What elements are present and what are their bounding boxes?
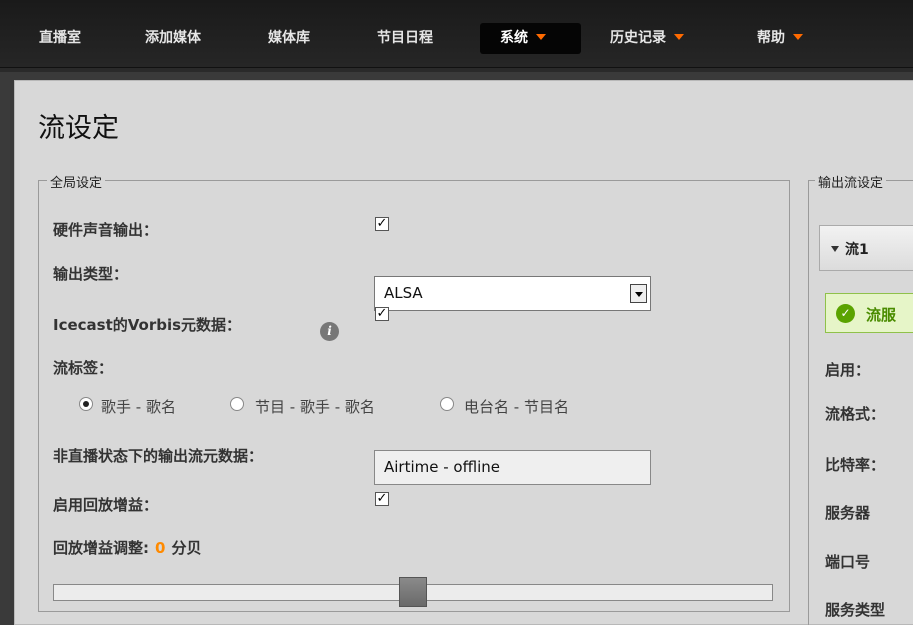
nav-bar: 直播室 添加媒体 媒体库 节目日程 系统 历史记录 帮助 xyxy=(0,0,913,68)
radio-station-show-label: 电台名 - 节目名 xyxy=(464,398,569,416)
stream-label-label: 流标签： xyxy=(53,359,114,377)
nav-label: 历史记录 xyxy=(610,30,666,46)
nav-label: 直播室 xyxy=(39,30,81,46)
output-stream-legend: 输出流设定 xyxy=(815,172,887,191)
nav-label: 帮助 xyxy=(757,30,785,46)
offline-metadata-input[interactable]: Airtime - offline xyxy=(374,450,651,485)
bitrate-label: 比特率： xyxy=(825,456,886,474)
stream-1-title: 流1 xyxy=(845,242,869,258)
output-type-value: ALSA xyxy=(384,284,423,302)
nav-label: 系统 xyxy=(500,30,528,46)
radio-station-show[interactable] xyxy=(440,397,454,411)
chevron-down-icon xyxy=(674,34,684,40)
nav-label: 节目日程 xyxy=(377,30,433,46)
top-navigation: 直播室 添加媒体 媒体库 节目日程 系统 历史记录 帮助 xyxy=(0,0,913,72)
replay-gain-checkbox[interactable]: ✓ xyxy=(375,492,389,506)
stream-status-banner: ✓ 流服 xyxy=(825,293,913,333)
info-icon[interactable]: i xyxy=(320,322,339,341)
offline-metadata-value: Airtime - offline xyxy=(384,458,501,476)
nav-item-schedule[interactable]: 节目日程 xyxy=(365,23,445,54)
server-label: 服务器 xyxy=(825,504,871,522)
replay-gain-slider[interactable] xyxy=(53,577,773,607)
replay-gain-label: 启用回放增益： xyxy=(53,496,159,514)
enable-label: 启用： xyxy=(825,361,871,379)
hw-output-label: 硬件声音输出： xyxy=(53,221,159,239)
global-settings-legend: 全局设定 xyxy=(47,172,106,191)
stream-format-label: 流格式： xyxy=(825,405,886,423)
radio-show-artist-title-label: 节目 - 歌手 - 歌名 xyxy=(255,398,375,416)
nav-item-help[interactable]: 帮助 xyxy=(745,23,815,54)
radio-artist-title-label: 歌手 - 歌名 xyxy=(101,398,176,416)
radio-artist-title[interactable] xyxy=(79,397,93,411)
replay-gain-unit: 分贝 xyxy=(171,539,202,557)
nav-item-system[interactable]: 系统 xyxy=(480,23,581,54)
nav-item-live[interactable]: 直播室 xyxy=(27,23,93,54)
service-type-label: 服务类型 xyxy=(825,601,886,619)
output-stream-fieldset: 输出流设定 流1 ✓ 流服 启用： 流格式： 比特率： 服务器 端口号 服务类型 xyxy=(808,172,913,625)
main-panel: 流设定 全局设定 硬件声音输出： ✓ 输出类型： ALSA Icecast的Vo… xyxy=(14,80,913,625)
check-circle-icon: ✓ xyxy=(836,304,855,323)
nav-item-add-media[interactable]: 添加媒体 xyxy=(133,23,213,54)
page-title: 流设定 xyxy=(38,113,119,144)
global-settings-fieldset: 全局设定 硬件声音输出： ✓ 输出类型： ALSA Icecast的Vorbis… xyxy=(38,172,790,612)
collapse-triangle-icon xyxy=(831,246,839,252)
nav-label: 添加媒体 xyxy=(145,30,201,46)
output-type-select[interactable]: ALSA xyxy=(374,276,651,311)
hw-output-checkbox[interactable]: ✓ xyxy=(375,217,389,231)
chevron-down-icon xyxy=(536,34,546,40)
icecast-metadata-checkbox[interactable]: ✓ xyxy=(375,307,389,321)
slider-handle[interactable] xyxy=(399,577,427,607)
replay-gain-value: 0 xyxy=(155,539,166,557)
radio-show-artist-title[interactable] xyxy=(230,397,244,411)
chevron-down-icon xyxy=(630,284,647,303)
stream-status-text: 流服 xyxy=(866,306,897,324)
replay-gain-adjust-text: 回放增益调整: xyxy=(53,539,149,557)
nav-item-history[interactable]: 历史记录 xyxy=(598,23,696,54)
nav-item-library[interactable]: 媒体库 xyxy=(256,23,322,54)
output-type-label: 输出类型： xyxy=(53,265,129,283)
port-label: 端口号 xyxy=(825,553,871,571)
chevron-down-icon xyxy=(793,34,803,40)
nav-label: 媒体库 xyxy=(268,30,310,46)
stream-1-header[interactable]: 流1 xyxy=(819,225,913,271)
icecast-metadata-label: Icecast的Vorbis元数据： xyxy=(53,316,242,334)
replay-gain-adjust-label: 回放增益调整: 0 分贝 xyxy=(53,537,201,558)
offline-metadata-label: 非直播状态下的输出流元数据： xyxy=(53,447,264,465)
